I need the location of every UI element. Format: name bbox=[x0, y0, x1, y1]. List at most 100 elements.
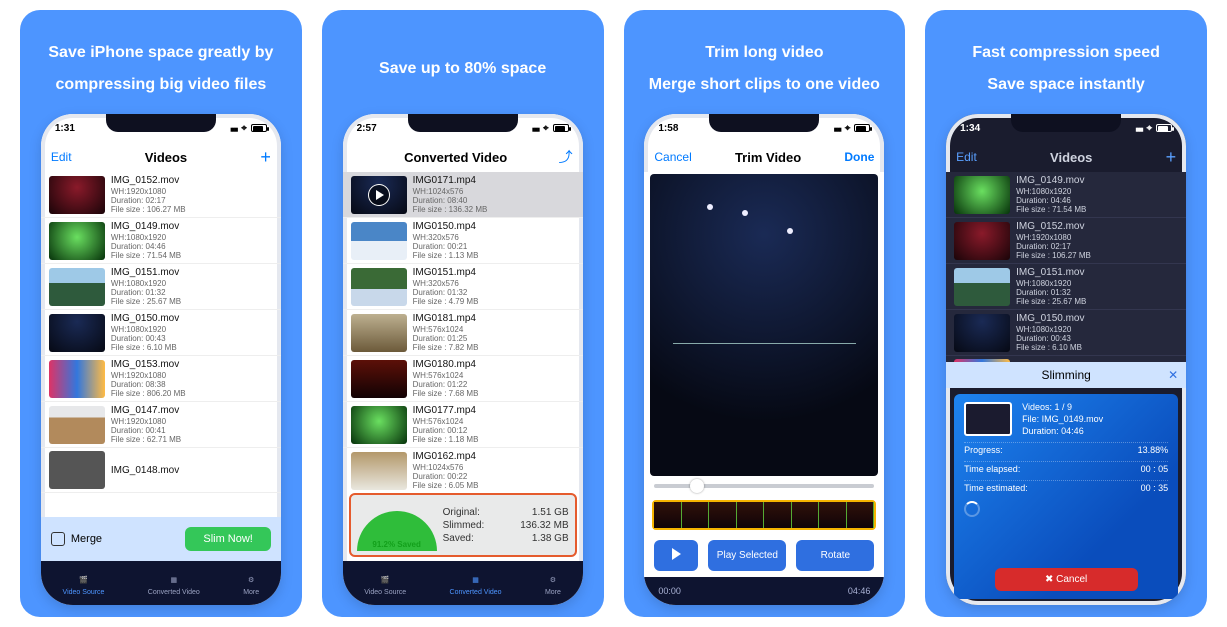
item-meta: WH:1080x1920 bbox=[1016, 279, 1086, 288]
close-icon[interactable]: ✕ bbox=[1168, 368, 1178, 382]
film-icon: 🎬 bbox=[76, 573, 92, 587]
cancel-button[interactable]: ✖ Cancel bbox=[995, 568, 1138, 591]
gear-icon: ⚙ bbox=[545, 573, 561, 587]
nav-bar: Edit Videos bbox=[946, 142, 1186, 172]
thumbnail bbox=[49, 268, 105, 306]
list-item[interactable]: IMG0181.mp4WH:576x1024Duration: 01:25Fil… bbox=[343, 310, 583, 356]
item-meta: Duration: 00:43 bbox=[111, 334, 179, 343]
tab-item[interactable]: ▦ Converted Video bbox=[450, 573, 502, 596]
item-meta: File size : 6.10 MB bbox=[1016, 343, 1084, 352]
grid-icon: ▦ bbox=[468, 573, 484, 587]
share-icon[interactable] bbox=[559, 147, 573, 167]
tab-item[interactable]: ⚙More bbox=[243, 573, 259, 596]
edit-button[interactable]: Edit bbox=[51, 150, 72, 164]
merge-label: Merge bbox=[71, 533, 102, 545]
list-item[interactable]: IMG_0150.movWH:1080x1920Duration: 00:43F… bbox=[41, 310, 281, 356]
tab-label: Converted Video bbox=[148, 589, 200, 596]
item-meta: Duration: 00:41 bbox=[111, 426, 181, 435]
gear-icon: ⚙ bbox=[243, 573, 259, 587]
play-button[interactable] bbox=[654, 540, 698, 571]
list-item[interactable]: IMG_0152.movWH:1920x1080Duration: 02:17F… bbox=[41, 172, 281, 218]
notch bbox=[106, 114, 216, 132]
item-name: IMG_0149.mov bbox=[111, 221, 181, 233]
item-name: IMG0180.mp4 bbox=[413, 359, 479, 371]
rotate-button[interactable]: Rotate bbox=[796, 540, 874, 571]
list-item[interactable]: IMG0151.mp4WH:320x576Duration: 01:32File… bbox=[343, 264, 583, 310]
item-name: IMG_0151.mov bbox=[111, 267, 181, 279]
tab-item[interactable]: ▦Converted Video bbox=[148, 573, 200, 596]
list-item[interactable]: IMG0171.mp4WH:1024x576Duration: 08:40Fil… bbox=[343, 172, 583, 218]
item-meta: File size : 1.18 MB bbox=[413, 435, 479, 444]
list-item[interactable]: IMG_0149.movWH:1080x1920Duration: 04:46F… bbox=[946, 172, 1186, 218]
thumbnail bbox=[49, 360, 105, 398]
item-name: IMG_0153.mov bbox=[111, 359, 186, 371]
item-meta: Duration: 00:22 bbox=[413, 472, 479, 481]
thumbnail bbox=[351, 406, 407, 444]
item-name: IMG0150.mp4 bbox=[413, 221, 479, 233]
play-overlay-icon bbox=[351, 176, 407, 214]
thumbnail bbox=[954, 176, 1010, 214]
cancel-button[interactable]: Cancel bbox=[654, 150, 691, 164]
item-meta: WH:1024x576 bbox=[413, 187, 488, 196]
list-item[interactable]: IMG_0149.movWH:1080x1920Duration: 04:46F… bbox=[41, 218, 281, 264]
tab-item[interactable]: 🎬Video Source bbox=[63, 573, 105, 596]
wifi-icon bbox=[241, 123, 247, 134]
item-name: IMG0171.mp4 bbox=[413, 175, 488, 187]
done-button[interactable]: Done bbox=[844, 150, 874, 164]
item-meta: File size : 25.67 MB bbox=[111, 297, 181, 306]
slim-now-button[interactable]: Slim Now! bbox=[185, 527, 271, 551]
item-meta: File size : 806.20 MB bbox=[111, 389, 186, 398]
list-item[interactable]: IMG0150.mp4WH:320x576Duration: 00:21File… bbox=[343, 218, 583, 264]
list-item[interactable]: IMG_0147.movWH:1920x1080Duration: 00:41F… bbox=[41, 402, 281, 448]
list-item[interactable]: IMG0180.mp4WH:576x1024Duration: 01:22Fil… bbox=[343, 356, 583, 402]
list-item[interactable]: IMG0177.mp4WH:576x1024Duration: 00:12Fil… bbox=[343, 402, 583, 448]
add-icon[interactable] bbox=[260, 147, 271, 168]
list-item[interactable]: IMG_0151.movWH:1080x1920Duration: 01:32F… bbox=[41, 264, 281, 310]
item-meta: File size : 4.79 MB bbox=[413, 297, 479, 306]
label: Original: bbox=[443, 507, 480, 518]
list-item[interactable]: IMG_0150.movWH:1080x1920Duration: 00:43F… bbox=[946, 310, 1186, 356]
tab-label: Converted Video bbox=[450, 589, 502, 596]
converted-list[interactable]: IMG0171.mp4WH:1024x576Duration: 08:40Fil… bbox=[343, 172, 583, 491]
list-item[interactable]: IMG_0151.movWH:1080x1920Duration: 01:32F… bbox=[946, 264, 1186, 310]
tab-item[interactable]: 🎬Video Source bbox=[364, 573, 406, 596]
checkbox-icon[interactable] bbox=[51, 532, 65, 546]
battery-icon bbox=[1156, 124, 1172, 132]
tab-label: More bbox=[545, 589, 561, 596]
clock: 1:31 bbox=[55, 123, 75, 134]
merge-toggle[interactable]: Merge bbox=[51, 532, 102, 546]
nav-bar: Edit Videos bbox=[41, 142, 281, 172]
tab-item[interactable]: ⚙ More bbox=[545, 573, 561, 596]
trim-filmstrip[interactable] bbox=[652, 500, 876, 530]
edit-button[interactable]: Edit bbox=[956, 150, 977, 164]
battery-icon bbox=[553, 124, 569, 132]
video-preview[interactable] bbox=[650, 174, 878, 476]
list-item[interactable]: IMG0162.mp4WH:1024x576Duration: 00:22Fil… bbox=[343, 448, 583, 491]
phone-mockup-4: 1:34 Edit Videos IMG_0149.movWH:1080x192… bbox=[946, 114, 1186, 605]
list-item[interactable]: IMG_0152.movWH:1920x1080Duration: 02:17F… bbox=[946, 218, 1186, 264]
thumbnail bbox=[49, 451, 105, 489]
gauge: 91.2% Saved bbox=[357, 499, 437, 551]
list-item[interactable]: IMG_0153.movWH:1920x1080Duration: 08:38F… bbox=[41, 356, 281, 402]
slider-thumb[interactable] bbox=[690, 479, 704, 493]
action-bar: Merge Slim Now! bbox=[41, 517, 281, 561]
caption-line: compressing big video files bbox=[48, 75, 273, 95]
video-list[interactable]: IMG_0152.movWH:1920x1080Duration: 02:17F… bbox=[41, 172, 281, 517]
item-meta: Duration: 02:17 bbox=[111, 196, 186, 205]
item-meta: WH:1080x1920 bbox=[1016, 187, 1086, 196]
time-end: 04:46 bbox=[848, 586, 871, 596]
seek-slider[interactable] bbox=[654, 484, 874, 488]
list-item[interactable]: IMG_0148.mov bbox=[41, 448, 281, 493]
item-name: IMG_0150.mov bbox=[111, 313, 179, 325]
item-meta: File size : 71.54 MB bbox=[111, 251, 181, 260]
spinner-icon bbox=[964, 501, 980, 517]
caption-1: Save iPhone space greatly by compressing… bbox=[48, 24, 273, 114]
label: Duration: bbox=[1022, 426, 1059, 436]
thumbnail bbox=[351, 222, 407, 260]
play-selected-button[interactable]: Play Selected bbox=[708, 540, 786, 571]
value: 1 / 9 bbox=[1055, 402, 1073, 412]
thumbnail bbox=[49, 314, 105, 352]
label: Time elapsed: bbox=[964, 464, 1020, 474]
add-icon[interactable] bbox=[1166, 147, 1177, 168]
notch bbox=[408, 114, 518, 132]
